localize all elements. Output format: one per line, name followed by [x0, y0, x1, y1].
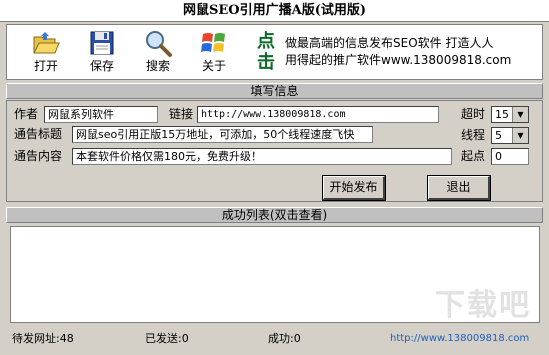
author-label: 作者 — [14, 107, 39, 121]
save-button[interactable]: 保存 — [79, 28, 125, 78]
promo-char-2: 击 — [257, 52, 275, 73]
windows-logo-icon — [201, 33, 225, 52]
chevron-down-icon[interactable]: ▼ — [512, 128, 528, 143]
toolbar: 打开 保存 搜索 关于 点 击 做最高端的信息发布SEO软件 打造人人 用得起的… — [6, 24, 543, 80]
content-field[interactable]: 本套软件价格仅需180元，免费升级！ — [72, 148, 452, 165]
search-label: 搜索 — [145, 59, 170, 73]
save-label: 保存 — [89, 59, 114, 73]
chevron-down-icon[interactable]: ▼ — [512, 107, 528, 122]
subject-field[interactable]: 网鼠seo引用正版15万地址，可添加，50个线程速度飞快 — [72, 126, 373, 143]
success-count: 成功:0 — [268, 332, 301, 345]
subject-label: 通告标题 — [14, 127, 63, 141]
timeout-label: 超时 — [461, 107, 486, 121]
search-button[interactable]: 搜索 — [135, 28, 181, 78]
start-field[interactable]: 0 — [491, 148, 529, 165]
form-section-header: 填写信息 — [6, 83, 543, 99]
promo-banner[interactable]: 做最高端的信息发布SEO软件 打造人人 用得起的推广软件www.13800981… — [285, 35, 543, 69]
start-publish-button[interactable]: 开始发布 — [322, 175, 386, 201]
about-button[interactable]: 关于 — [191, 28, 237, 78]
promo-line-1: 做最高端的信息发布SEO软件 打造人人 — [285, 36, 494, 50]
link-label: 链接 — [169, 107, 194, 121]
threads-label: 线程 — [461, 128, 486, 142]
timeout-value: 15 — [495, 108, 509, 121]
folder-open-icon — [33, 32, 60, 54]
success-list[interactable]: 下载吧 — [10, 226, 540, 323]
sent-count: 已发送:0 — [145, 332, 189, 345]
promo-char-1: 点 — [257, 31, 275, 52]
success-list-header: 成功列表(双击查看) — [6, 207, 543, 223]
promo-line-2: 用得起的推广软件www.138009818.com — [285, 53, 512, 67]
start-label: 起点 — [461, 149, 486, 163]
watermark-logo: 下载吧 — [435, 288, 531, 323]
website-link[interactable]: http://www.138009818.com — [390, 332, 529, 346]
about-label: 关于 — [201, 59, 226, 73]
threads-value: 5 — [495, 129, 502, 142]
window-title: 网鼠SEO引用广播A版(试用版) — [0, 0, 549, 22]
promo-click-badge[interactable]: 点 击 — [255, 31, 277, 73]
timeout-select[interactable]: 15 ▼ — [491, 106, 529, 123]
open-button[interactable]: 打开 — [23, 28, 69, 78]
threads-select[interactable]: 5 ▼ — [491, 127, 529, 144]
floppy-disk-icon — [90, 31, 114, 55]
content-label: 通告内容 — [14, 149, 63, 163]
pending-count: 待发网址:48 — [12, 332, 74, 345]
link-field[interactable]: http://www.138009818.com — [197, 106, 439, 123]
open-label: 打开 — [33, 59, 58, 73]
exit-button[interactable]: 退出 — [427, 175, 491, 201]
author-field[interactable]: 网鼠系列软件 — [44, 106, 158, 123]
magnifier-icon — [146, 31, 172, 57]
